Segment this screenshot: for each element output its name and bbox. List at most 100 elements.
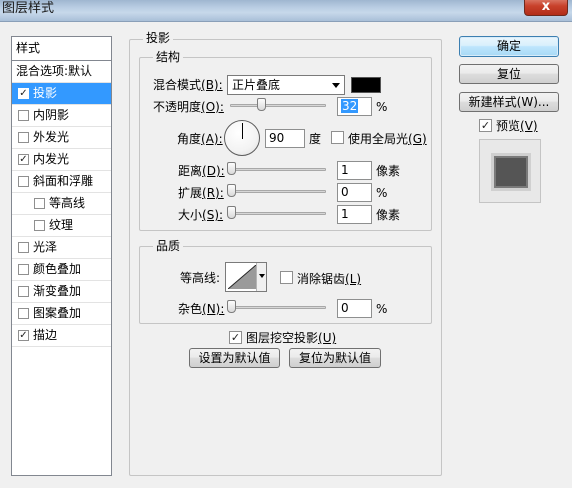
size-unit: 像素 <box>376 208 401 222</box>
contour-graph-icon <box>228 265 256 289</box>
global-light-checkbox[interactable] <box>331 131 344 144</box>
style-item-checkbox[interactable]: ✓ <box>18 154 29 165</box>
styles-list: 样式 混合选项:默认 ✓ 投影内阴影外发光 ✓ 内发光斜面和浮雕等高线纹理光泽颜色叠加渐… <box>11 36 112 476</box>
style-item-label: 内阴影 <box>33 108 70 122</box>
size-slider-track[interactable] <box>230 212 326 215</box>
style-item-checkbox[interactable]: ✓ <box>18 330 29 341</box>
angle-label: 角度(A): <box>177 132 223 146</box>
knockout-label: 图层挖空投影(U) <box>246 331 337 345</box>
noise-input[interactable]: 0 <box>337 299 372 318</box>
knockout-checkbox[interactable]: ✓ <box>229 331 242 344</box>
style-item-label: 混合选项:默认 <box>16 64 93 78</box>
angle-unit: 度 <box>309 132 322 146</box>
style-item-label: 光泽 <box>33 240 58 254</box>
style-item-checkbox[interactable] <box>18 176 29 187</box>
global-light-label: 使用全局光(G) <box>348 132 427 146</box>
spread-label: 扩展(R): <box>178 186 224 200</box>
opacity-label: 不透明度(O): <box>153 100 224 114</box>
angle-input[interactable]: 90 <box>265 129 305 148</box>
style-item[interactable]: 光泽 <box>12 237 111 259</box>
distance-slider-track[interactable] <box>230 168 326 171</box>
antialias-label: 消除锯齿(L) <box>297 272 362 286</box>
shadow-color-swatch[interactable] <box>351 77 381 93</box>
style-item-label: 描边 <box>33 328 58 342</box>
style-preview-swatch <box>494 156 528 188</box>
angle-dial-needle <box>242 123 243 139</box>
style-item-label: 渐变叠加 <box>33 284 82 298</box>
antialias-checkbox[interactable] <box>280 271 293 284</box>
blend-mode-value: 正片叠底 <box>232 78 281 92</box>
angle-dial[interactable] <box>224 120 260 156</box>
size-input[interactable]: 1 <box>337 205 372 224</box>
distance-slider-thumb[interactable] <box>227 162 236 175</box>
style-item[interactable]: ✓ 描边 <box>12 325 111 347</box>
style-item-checkbox[interactable] <box>18 110 29 121</box>
style-item-checkbox[interactable]: ✓ <box>18 88 29 99</box>
reset-button[interactable]: 复位 <box>459 64 559 84</box>
styles-list-header: 样式 <box>12 37 111 61</box>
size-slider-thumb[interactable] <box>227 206 236 219</box>
style-item-label: 外发光 <box>33 130 70 144</box>
style-item-checkbox[interactable] <box>34 198 45 209</box>
blend-mode-label: 混合模式(B): <box>153 78 223 92</box>
spread-input[interactable]: 0 <box>337 183 372 202</box>
style-item[interactable]: 混合选项:默认 <box>12 61 111 83</box>
style-item-label: 斜面和浮雕 <box>33 174 94 188</box>
size-label: 大小(S): <box>178 208 224 222</box>
style-item[interactable]: 渐变叠加 <box>12 281 111 303</box>
preview-label: 预览(V) <box>496 119 538 133</box>
style-item[interactable]: ✓ 投影 <box>12 83 111 105</box>
contour-picker[interactable] <box>225 262 267 292</box>
chevron-down-icon <box>259 274 265 278</box>
style-item-label: 纹理 <box>49 218 74 232</box>
style-item[interactable]: ✓ 内发光 <box>12 149 111 171</box>
window-title: 图层样式 <box>2 1 55 16</box>
title-bar: 图层样式 x <box>0 0 572 22</box>
style-preview <box>479 139 541 203</box>
style-item[interactable]: 内阴影 <box>12 105 111 127</box>
style-item[interactable]: 外发光 <box>12 127 111 149</box>
blend-mode-select[interactable]: 正片叠底 <box>227 75 345 95</box>
contour-dropdown-button[interactable] <box>256 263 266 291</box>
style-item-label: 投影 <box>33 86 58 100</box>
style-item-checkbox[interactable] <box>18 242 29 253</box>
spread-unit: % <box>376 186 388 200</box>
style-item[interactable]: 纹理 <box>12 215 111 237</box>
style-item[interactable]: 等高线 <box>12 193 111 215</box>
close-button[interactable]: x <box>524 0 568 16</box>
preview-checkbox[interactable]: ✓ <box>479 119 492 132</box>
reset-default-button[interactable]: 复位为默认值 <box>289 348 381 368</box>
noise-label: 杂色(N): <box>178 302 225 316</box>
style-item-checkbox[interactable] <box>18 264 29 275</box>
noise-unit: % <box>376 302 388 316</box>
spread-slider-thumb[interactable] <box>227 184 236 197</box>
style-item-checkbox[interactable] <box>18 132 29 143</box>
quality-group-title: 品质 <box>153 239 184 253</box>
style-item-checkbox[interactable] <box>34 220 45 231</box>
contour-label: 等高线: <box>180 271 221 285</box>
make-default-button[interactable]: 设置为默认值 <box>189 348 280 368</box>
spread-slider-track[interactable] <box>230 190 326 193</box>
ok-button[interactable]: 确定 <box>459 36 559 57</box>
distance-input[interactable]: 1 <box>337 161 372 180</box>
noise-slider-thumb[interactable] <box>227 300 236 313</box>
style-item-label: 图案叠加 <box>33 306 82 320</box>
distance-label: 距离(D): <box>178 164 225 178</box>
style-item-label: 颜色叠加 <box>33 262 82 276</box>
style-item[interactable]: 颜色叠加 <box>12 259 111 281</box>
drop-shadow-group-title: 投影 <box>143 31 174 45</box>
structure-group-title: 结构 <box>153 50 184 64</box>
new-style-button[interactable]: 新建样式(W)... <box>459 92 559 112</box>
noise-slider-track[interactable] <box>230 306 326 309</box>
style-item-checkbox[interactable] <box>18 308 29 319</box>
chevron-down-icon <box>332 83 340 88</box>
style-item-label: 等高线 <box>49 196 86 210</box>
style-item-checkbox[interactable] <box>18 286 29 297</box>
opacity-input[interactable]: 32 <box>337 97 372 116</box>
style-item[interactable]: 斜面和浮雕 <box>12 171 111 193</box>
opacity-slider-track[interactable] <box>230 104 326 107</box>
style-item[interactable]: 图案叠加 <box>12 303 111 325</box>
opacity-slider-thumb[interactable] <box>256 98 266 111</box>
distance-unit: 像素 <box>376 164 401 178</box>
style-item-label: 内发光 <box>33 152 70 166</box>
